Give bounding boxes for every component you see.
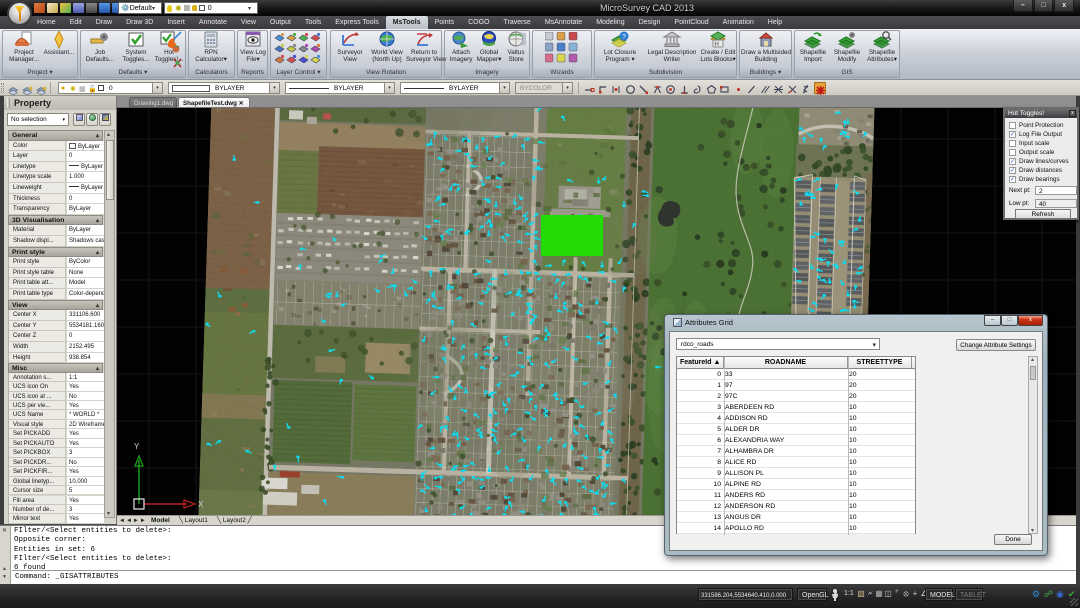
svg-text:?: ? — [622, 34, 626, 41]
svg-text:H: H — [715, 42, 719, 48]
svg-text:Y: Y — [134, 442, 140, 451]
svg-text:X: X — [198, 500, 204, 509]
